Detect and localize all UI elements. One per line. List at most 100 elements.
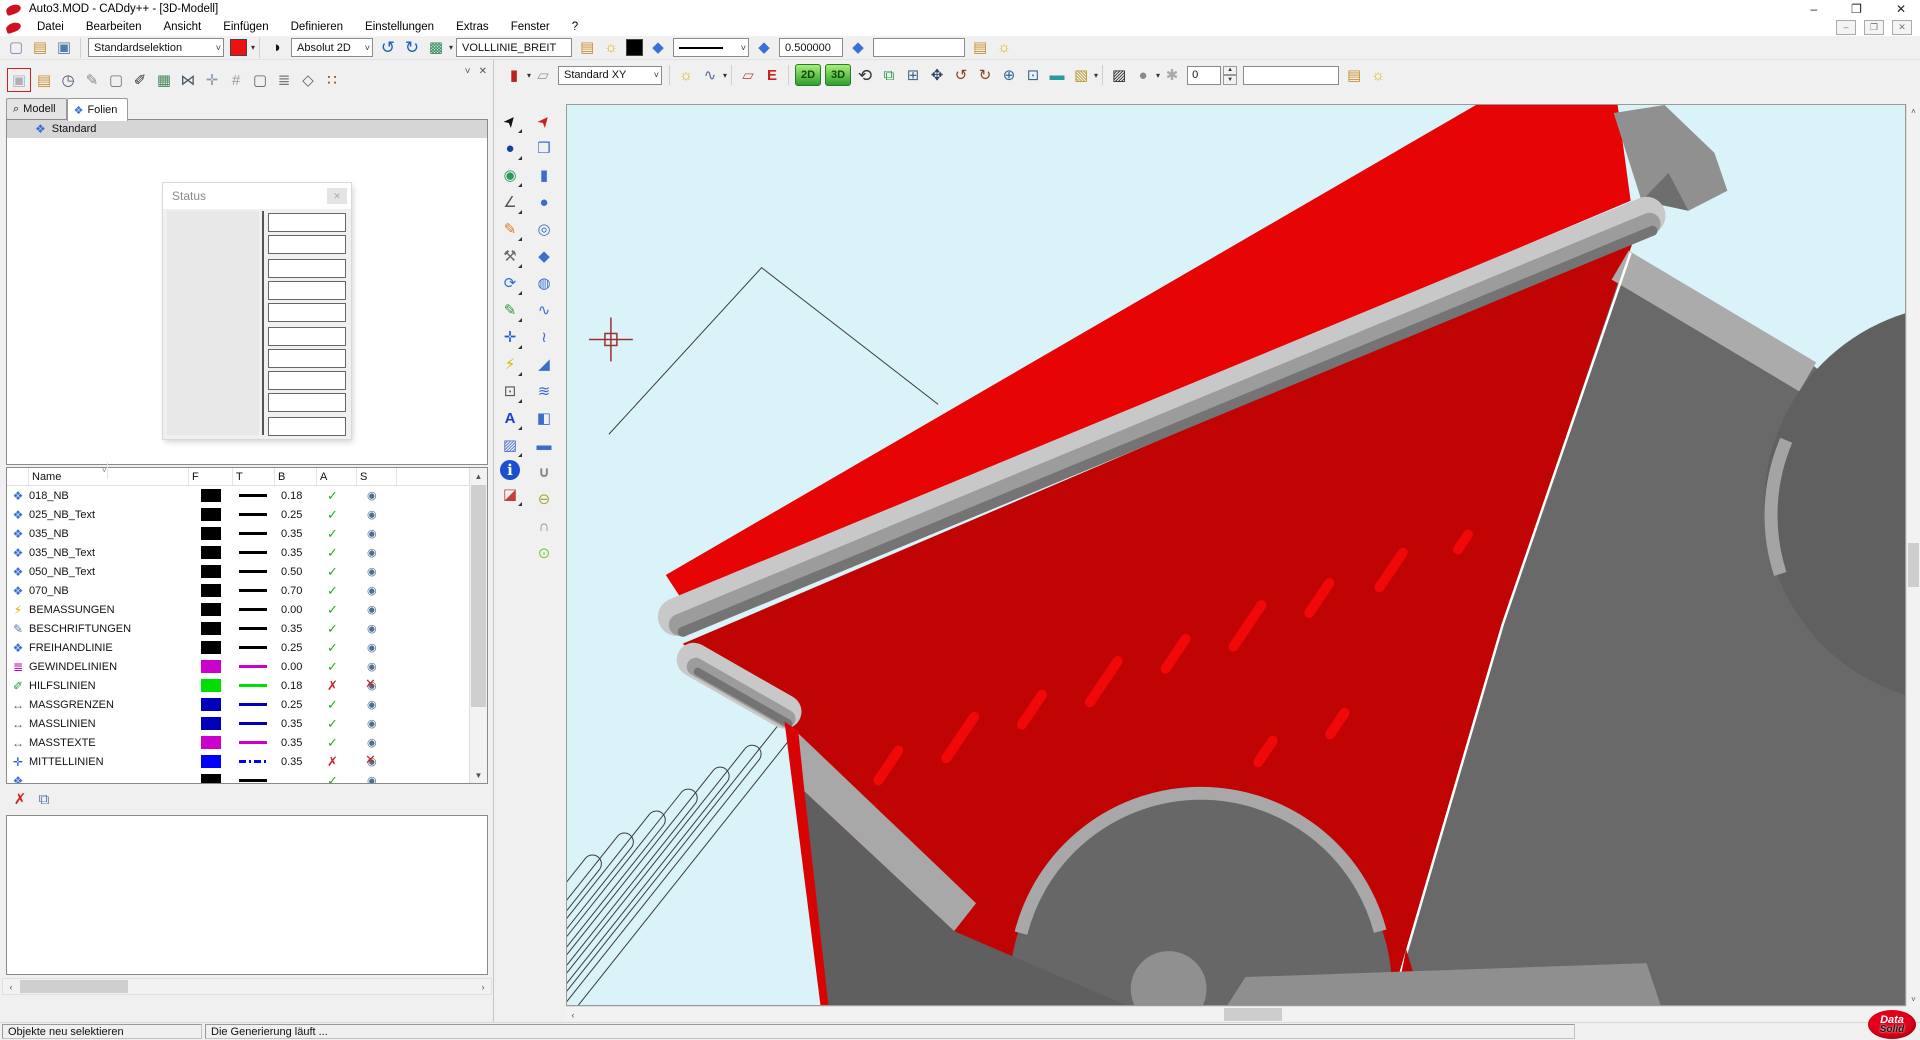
solid-spring-tool[interactable]: ≋ — [531, 379, 557, 404]
layer-highlight-icon[interactable]: ☼ — [600, 37, 622, 59]
scroll-right-icon[interactable]: › — [475, 979, 491, 994]
contrast-display-icon[interactable]: ◑ — [265, 37, 287, 59]
visible-eye-icon[interactable]: ◉ — [357, 622, 397, 635]
shaded-view-tool[interactable]: ● — [497, 136, 523, 161]
view-name-field[interactable] — [1243, 66, 1339, 85]
zoom-fit-button[interactable]: ⊕ — [998, 64, 1020, 86]
layer-color-swatch[interactable] — [201, 698, 221, 711]
table-scroll-thumb[interactable] — [471, 485, 486, 707]
dimension-tool[interactable]: ⚡ — [497, 352, 523, 377]
layer-linetype-sample[interactable] — [239, 627, 267, 630]
annotation-frame-tool[interactable]: ⊡ — [497, 379, 523, 404]
layer-color-swatch[interactable] — [201, 774, 221, 783]
zoom-plane-button[interactable]: ⧉ — [878, 64, 900, 86]
viewport-scroll-down-icon[interactable]: ˅ — [1907, 992, 1920, 1006]
menu-item-8[interactable]: ? — [572, 21, 578, 33]
layer-linetype-sample[interactable] — [239, 513, 267, 516]
boolean-subtract-tool[interactable]: ⊖ — [531, 487, 557, 512]
active-check-icon[interactable]: ✓ — [317, 659, 357, 675]
layer-row[interactable]: ❖018_NB0.18✓◉ — [7, 486, 487, 505]
visible-eye-icon[interactable]: ◉ — [357, 641, 397, 654]
copy-layers-button[interactable]: ⧉ — [33, 788, 55, 810]
solid-sphere-tool[interactable]: ● — [531, 190, 557, 215]
scene-folder-icon[interactable]: ▤ — [1343, 64, 1365, 86]
layer-color-swatch[interactable] — [201, 679, 221, 692]
solid-prism-tool[interactable]: ◆ — [531, 244, 557, 269]
import-folder-button[interactable]: ▤ — [33, 69, 55, 91]
visible-eye-icon[interactable]: ◉ — [357, 584, 397, 597]
layer-color-swatch[interactable] — [201, 717, 221, 730]
layer-row[interactable]: ✛MITTELLINIEN0.35✗◉✕ — [7, 752, 487, 771]
iso-box-button[interactable]: ◇ — [297, 69, 319, 91]
orbit-rotate-button[interactable]: ⟲ — [854, 64, 876, 86]
line-style-combo[interactable]: ˅ — [673, 38, 749, 57]
direction-arrow-tool[interactable]: ➤ — [531, 109, 557, 134]
layer-row[interactable]: ↔MASSTEXTE0.35✓◉ — [7, 733, 487, 752]
visible-eye-icon[interactable]: ◉ — [357, 527, 397, 540]
shading-sphere-button[interactable]: ● — [1132, 64, 1154, 86]
layer-row[interactable]: ❖035_NB_Text0.35✓◉ — [7, 543, 487, 562]
active-check-icon[interactable]: ✓ — [317, 526, 357, 542]
scroll-left-icon[interactable]: ‹ — [3, 979, 19, 994]
layer-color-swatch[interactable] — [201, 755, 221, 768]
layer-color-swatch[interactable] — [201, 527, 221, 540]
scroll-up-icon[interactable]: ▲ — [470, 468, 487, 484]
layer-row[interactable]: ❖070_NB0.70✓◉ — [7, 581, 487, 600]
solid-slab-tool[interactable]: ▬ — [531, 433, 557, 458]
zoom-previous-button[interactable]: ↺ — [950, 64, 972, 86]
layer-linetype-sample[interactable] — [239, 703, 267, 706]
guides-button[interactable]: # — [225, 69, 247, 91]
orbit-view-tool[interactable]: ◉ — [497, 163, 523, 188]
restore-button[interactable]: ❐ — [1851, 2, 1862, 16]
close-button[interactable]: ✕ — [1896, 2, 1906, 16]
star-marker-icon[interactable]: ✱ — [1161, 64, 1183, 86]
boolean-union-tool[interactable]: ∪ — [531, 460, 557, 485]
layer-color-swatch[interactable] — [201, 565, 221, 578]
solid-wedge-tool[interactable]: ◢ — [531, 352, 557, 377]
visible-eye-icon[interactable]: ◉ — [357, 603, 397, 616]
history-button[interactable]: ◷ — [57, 69, 79, 91]
hatch-tool[interactable]: ▨ — [497, 433, 523, 458]
active-check-icon[interactable]: ✓ — [317, 716, 357, 732]
select-arrow-tool[interactable]: ➤ — [497, 109, 523, 134]
boolean-common-tool[interactable]: ⊙ — [531, 541, 557, 566]
layer-linetype-sample[interactable] — [239, 551, 267, 554]
workplane-erase-button[interactable]: ▱ — [737, 64, 759, 86]
layer-linetype-sample[interactable] — [239, 741, 267, 744]
grid-dots-button[interactable]: ∷ — [321, 69, 343, 91]
layer-row[interactable]: ✎BESCHRIFTUNGEN0.35✓◉ — [7, 619, 487, 638]
polyline-tool[interactable]: ∠ — [497, 190, 523, 215]
col-name[interactable]: Name — [29, 468, 189, 485]
chevron-down-icon[interactable]: ˅ — [737, 43, 746, 53]
active-check-icon[interactable]: ✓ — [317, 621, 357, 637]
chevron-down-icon[interactable]: ▾ — [723, 71, 727, 80]
visible-eye-icon[interactable]: ◉ — [357, 717, 397, 730]
layer-color-swatch[interactable] — [201, 546, 221, 559]
layer-color-swatch[interactable] — [201, 641, 221, 654]
active-check-icon[interactable]: ✓ — [317, 488, 357, 504]
col-width[interactable]: B — [275, 468, 317, 485]
detail-pencil-tool[interactable]: ✎ — [497, 298, 523, 323]
active-check-icon[interactable]: ✓ — [317, 735, 357, 751]
view-number-spinner-value[interactable]: 0 — [1187, 66, 1221, 85]
workplane-edit-button[interactable]: E — [761, 64, 783, 86]
layer-linetype-sample[interactable] — [239, 760, 267, 763]
helper-pencil-button[interactable]: ✐ — [129, 69, 151, 91]
layer-color-swatch[interactable] — [201, 622, 221, 635]
line-width-field[interactable]: 0.500000 — [779, 38, 843, 57]
axis-cross-button[interactable]: ✛ — [201, 69, 223, 91]
grid-settings-button-group[interactable]: ▩▾ — [424, 37, 453, 59]
menu-item-7[interactable]: Fenster — [511, 21, 550, 33]
solid-boxface-tool[interactable]: ◧ — [531, 406, 557, 431]
menu-item-3[interactable]: Einfügen — [223, 21, 268, 33]
chevron-down-icon[interactable]: ˅ — [650, 70, 659, 80]
redo-button[interactable]: ↻ — [401, 37, 423, 59]
active-check-icon[interactable]: ✓ — [317, 564, 357, 580]
col-active[interactable]: A — [317, 468, 357, 485]
layer-linetype-sample[interactable] — [239, 494, 267, 497]
layer-row[interactable]: ❖035_NB0.35✓◉ — [7, 524, 487, 543]
grid-settings-button[interactable]: ▩ — [425, 37, 447, 59]
chevron-down-icon[interactable]: ▾ — [449, 43, 453, 52]
draw-pencil-button[interactable]: ✎ — [81, 69, 103, 91]
save-button[interactable]: ▣ — [53, 37, 75, 59]
